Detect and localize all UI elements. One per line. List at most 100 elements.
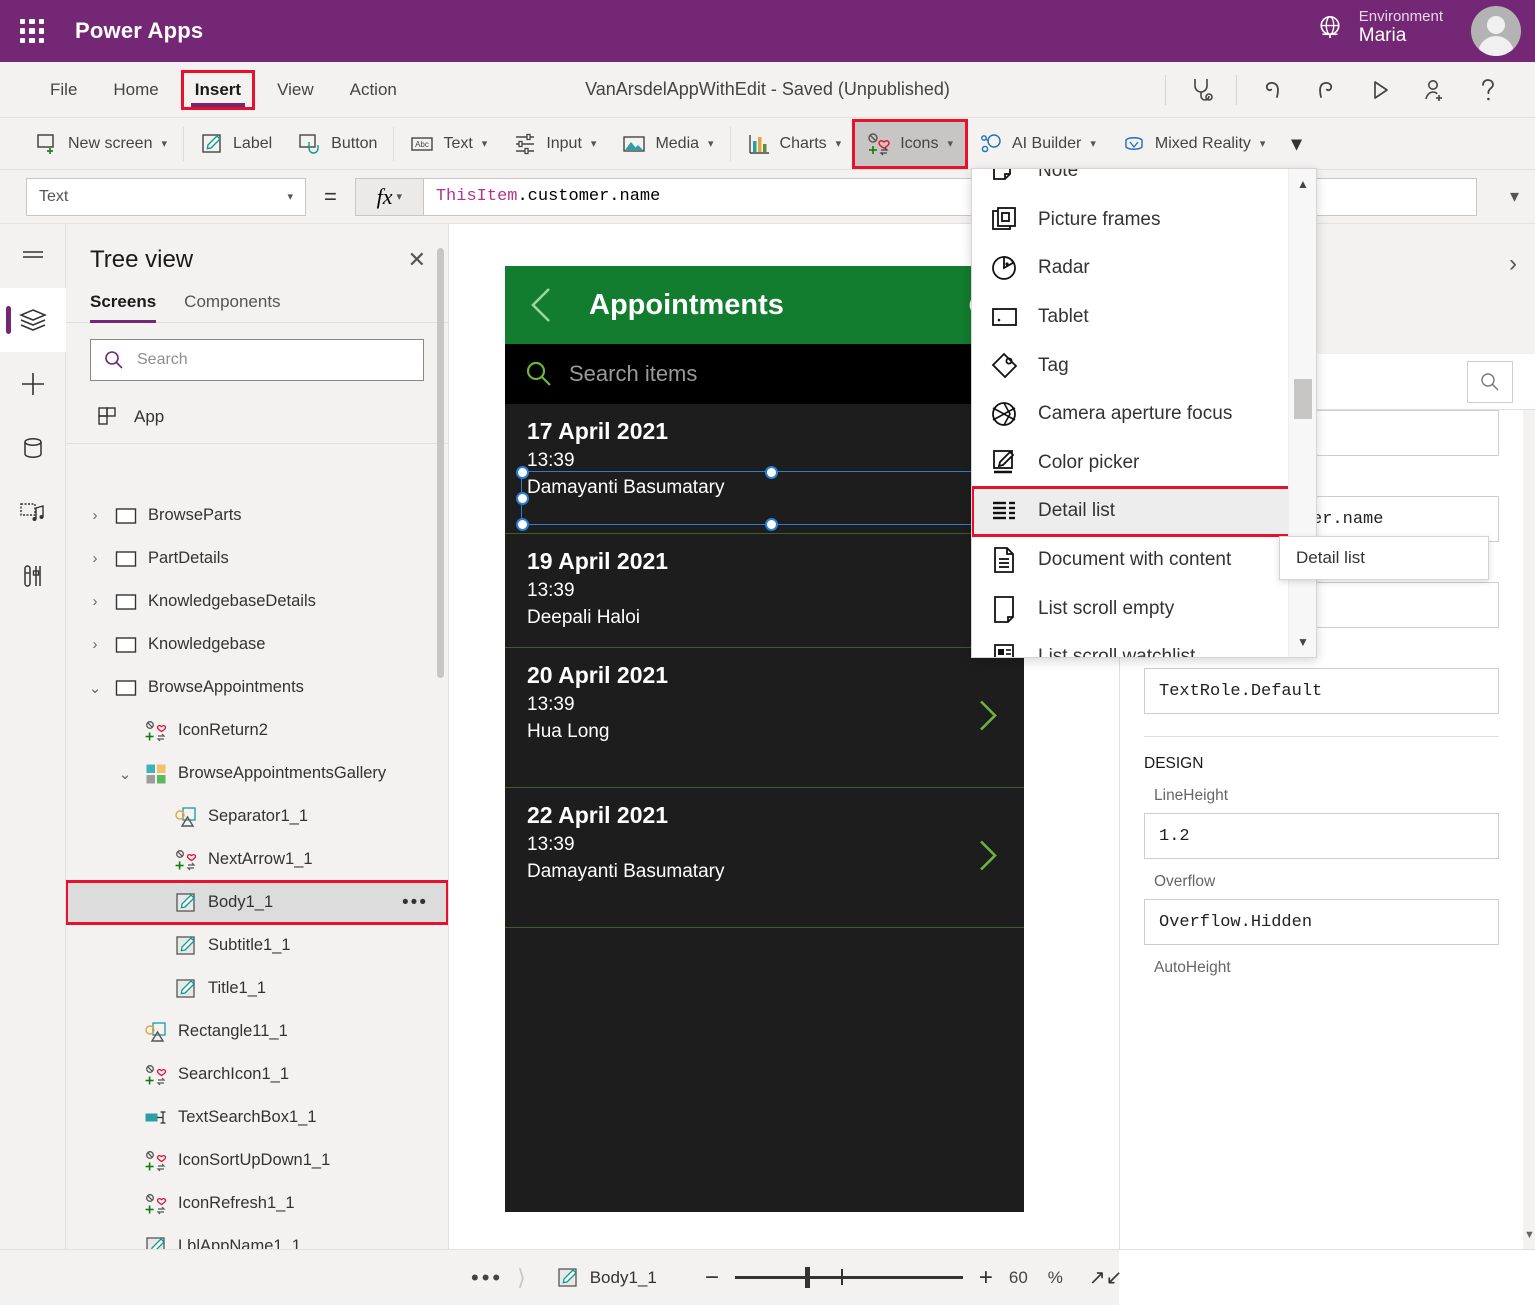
tree-scrollbar[interactable] <box>437 248 444 678</box>
property-input-overflow[interactable]: Overflow.Hidden <box>1144 899 1499 945</box>
properties-search-input[interactable] <box>1467 360 1513 403</box>
fx-button[interactable]: fx ▾ <box>354 177 423 216</box>
rail-insert[interactable] <box>0 352 66 416</box>
tree-node-subtitle1_1[interactable]: Subtitle1_1 <box>66 924 448 967</box>
rail-hamburger-menu[interactable] <box>0 224 66 288</box>
tree-node-context-menu[interactable]: ••• <box>402 892 428 914</box>
icon-menu-item-note[interactable]: Note <box>972 169 1316 196</box>
icon-menu-item-tablet[interactable]: Tablet <box>972 293 1316 342</box>
zoom-slider[interactable] <box>734 1267 963 1288</box>
property-input-lineheight[interactable]: 1.2 <box>1144 813 1499 859</box>
rail-advanced-tools[interactable] <box>0 544 66 608</box>
icon-menu-item-list-scroll-watchlist[interactable]: List scroll watchlist <box>972 633 1316 657</box>
zoom-slider-thumb[interactable] <box>804 1267 810 1288</box>
expand-chevron-icon[interactable]: › <box>86 593 104 610</box>
gallery-item[interactable]: 17 April 2021 13:39 Damayanti Basumatary <box>505 404 1028 534</box>
icon-menu-item-radar[interactable]: Radar <box>972 244 1316 293</box>
scroll-down-arrow[interactable]: ▼ <box>1297 635 1309 649</box>
next-arrow-icon[interactable] <box>972 695 1002 735</box>
resize-handle[interactable] <box>515 465 529 479</box>
icon-menu-item-document-with-content[interactable]: Document with content <box>972 536 1316 585</box>
tab-screens[interactable]: Screens <box>90 292 157 323</box>
ribbon-icons[interactable]: Icons ▾ <box>852 118 968 169</box>
scroll-down-arrow[interactable]: ▼ <box>1524 1229 1535 1241</box>
tree-node-partdetails[interactable]: › PartDetails <box>66 537 448 580</box>
tree-node-browseparts[interactable]: › BrowseParts <box>66 494 448 537</box>
ribbon-ai-builder[interactable]: AI Builder ▾ <box>966 121 1109 167</box>
menu-item-home[interactable]: Home <box>103 74 168 106</box>
ribbon-button[interactable]: Button <box>285 121 390 167</box>
tree-search-input[interactable]: Search <box>90 339 424 381</box>
tab-components[interactable]: Components <box>184 292 280 322</box>
property-input-role[interactable]: TextRole.Default <box>1144 668 1499 714</box>
close-icon[interactable]: ✕ <box>408 249 426 271</box>
tree-node-knowledgebase[interactable]: › Knowledgebase <box>66 623 448 666</box>
avatar[interactable] <box>1471 6 1521 56</box>
plus-icon[interactable]: + <box>979 1265 993 1290</box>
tree-node-iconsortupdown1_1[interactable]: IconSortUpDown1_1 <box>66 1139 448 1182</box>
fit-to-screen-icon[interactable]: ↗↙ <box>1089 1265 1123 1290</box>
properties-scrollbar[interactable]: ▼ <box>1523 410 1535 1249</box>
tree-node-app[interactable]: App <box>66 391 448 444</box>
menu-item-view[interactable]: View <box>267 74 324 106</box>
tree-node-separator1_1[interactable]: Separator1_1 <box>66 795 448 838</box>
resize-handle[interactable] <box>765 465 778 479</box>
expand-chevron-icon[interactable]: ⌄ <box>116 765 134 783</box>
next-arrow-icon[interactable] <box>972 835 1002 875</box>
icon-menu-item-list-scroll-empty[interactable]: List scroll empty <box>972 584 1316 633</box>
icon-menu-item-camera-aperture-focus[interactable]: Camera aperture focus <box>972 390 1316 439</box>
icon-menu-item-color-picker[interactable]: Color picker <box>972 439 1316 488</box>
menu-item-file[interactable]: File <box>40 74 87 106</box>
menu-item-action[interactable]: Action <box>340 74 407 106</box>
tree-node-body1_1[interactable]: Body1_1 ••• <box>66 880 448 925</box>
tree-node-knowledgebasedetails[interactable]: › KnowledgebaseDetails <box>66 580 448 623</box>
minus-icon[interactable]: − <box>705 1265 719 1290</box>
scrollbar-thumb[interactable] <box>1294 379 1312 419</box>
environment-selector[interactable]: Environment Maria <box>1315 8 1443 47</box>
formula-input[interactable]: ThisItem .customer.name <box>422 177 1477 216</box>
ribbon-charts[interactable]: Charts ▾ <box>734 121 855 167</box>
expand-chevron-icon[interactable]: › <box>86 636 104 653</box>
ribbon-text[interactable]: Abc Text ▾ <box>397 121 500 167</box>
ribbon-overflow[interactable]: ▾ <box>1278 121 1314 167</box>
ribbon-mixed-reality[interactable]: Mixed Reality ▾ <box>1109 121 1279 167</box>
tree-node-searchicon1_1[interactable]: SearchIcon1_1 <box>66 1053 448 1096</box>
redo-icon[interactable] <box>1299 69 1353 111</box>
back-chevron-icon[interactable] <box>525 283 559 327</box>
resize-handle[interactable] <box>515 517 529 531</box>
ribbon-label[interactable]: Label <box>187 121 285 167</box>
tree-node-iconrefresh1_1[interactable]: IconRefresh1_1 <box>66 1182 448 1225</box>
resize-handle[interactable] <box>765 517 778 531</box>
ribbon-input[interactable]: Input ▾ <box>500 121 609 167</box>
expand-chevron-icon[interactable]: ⌄ <box>86 679 104 697</box>
icon-menu-item-tag[interactable]: Tag <box>972 341 1316 390</box>
gallery-item-arrow[interactable] <box>972 835 1002 880</box>
icon-menu-item-picture-frames[interactable]: Picture frames <box>972 196 1316 245</box>
app-search-bar[interactable]: Search items <box>505 344 1024 404</box>
bottom-overflow-dots[interactable]: ••• <box>471 1265 503 1291</box>
app-checker-icon[interactable] <box>1174 69 1228 111</box>
menu-item-insert[interactable]: Insert <box>180 69 256 110</box>
tree-node-browseappointments[interactable]: ⌄ BrowseAppointments <box>66 666 448 709</box>
tree-node-rectangle11_1[interactable]: Rectangle11_1 <box>66 1010 448 1053</box>
waffle-grid-icon[interactable] <box>15 14 49 48</box>
tree-node-iconreturn2[interactable]: IconReturn2 <box>66 709 448 752</box>
property-selector[interactable]: Text ▾ <box>26 177 306 216</box>
gallery-item[interactable]: 19 April 2021 13:39 Deepali Haloi <box>505 534 1024 648</box>
tree-node-textsearchbox1_1[interactable]: TextSearchBox1_1 <box>66 1096 448 1139</box>
formula-expand-chevron-icon[interactable]: ▾ <box>1510 186 1519 207</box>
share-icon[interactable] <box>1407 69 1461 111</box>
play-preview-icon[interactable] <box>1353 69 1407 111</box>
chevron-right-icon[interactable]: › <box>1509 250 1517 278</box>
ribbon-media[interactable]: Media ▾ <box>609 121 726 167</box>
rail-media[interactable] <box>0 480 66 544</box>
resize-handle[interactable] <box>515 491 529 505</box>
brand-title[interactable]: Power Apps <box>75 18 203 44</box>
breadcrumb[interactable]: Body1_1 <box>556 1266 657 1290</box>
expand-chevron-icon[interactable]: › <box>86 550 104 567</box>
rail-data[interactable] <box>0 416 66 480</box>
undo-icon[interactable] <box>1245 69 1299 111</box>
ribbon-new-screen[interactable]: New screen ▾ <box>22 121 180 167</box>
help-icon[interactable] <box>1461 69 1515 111</box>
tree-node-title1_1[interactable]: Title1_1 <box>66 967 448 1010</box>
